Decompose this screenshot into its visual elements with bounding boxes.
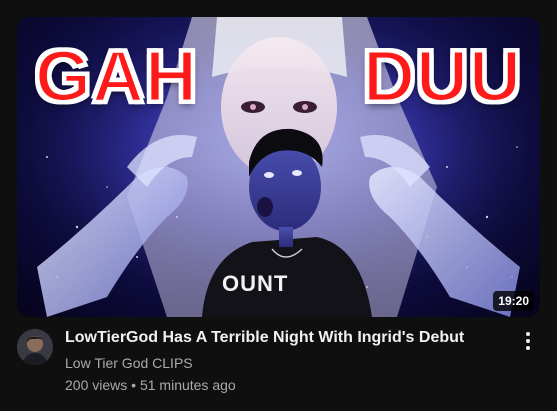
shirt-print-text: OUNT	[222, 271, 289, 296]
video-stats: 200 views • 51 minutes ago	[65, 375, 505, 395]
thumbnail-text-left: GAH	[34, 37, 199, 117]
video-card[interactable]: GAH DUU OUNT 19:20 LowTierGod Has A Terr…	[0, 0, 557, 411]
thumbnail-text-right: DUU	[362, 37, 523, 117]
more-options-button[interactable]	[516, 327, 540, 355]
more-vert-icon	[526, 332, 530, 350]
video-thumbnail[interactable]: GAH DUU OUNT 19:20	[17, 17, 540, 317]
channel-name[interactable]: Low Tier God CLIPS	[65, 353, 505, 373]
channel-avatar[interactable]	[17, 329, 53, 365]
video-title[interactable]: LowTierGod Has A Terrible Night With Ing…	[65, 327, 505, 349]
upload-age: 51 minutes ago	[139, 377, 236, 393]
video-details: LowTierGod Has A Terrible Night With Ing…	[17, 327, 540, 407]
stats-separator: •	[131, 377, 137, 393]
view-count: 200 views	[65, 377, 128, 393]
video-meta: LowTierGod Has A Terrible Night With Ing…	[65, 327, 505, 395]
avatar-image	[17, 329, 53, 365]
duration-badge: 19:20	[493, 291, 534, 311]
